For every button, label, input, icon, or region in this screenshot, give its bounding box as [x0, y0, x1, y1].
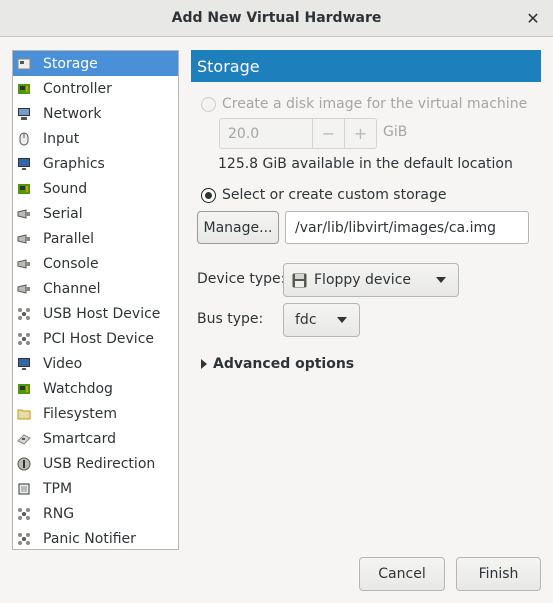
bus-type-value: fdc	[295, 312, 317, 328]
device-list-item-label: PCI Host Device	[43, 330, 155, 347]
device-list-item-label: Graphics	[43, 155, 105, 172]
device-list-item-usb-redirection[interactable]: USB Redirection	[13, 451, 178, 476]
rng-icon	[17, 507, 31, 521]
disk-size-spinner[interactable]: 20.0 − +	[219, 118, 377, 149]
custom-storage-option[interactable]: Select or create custom storage	[201, 187, 447, 203]
device-list-item-label: Parallel	[43, 230, 95, 247]
device-type-list: Storage Controller Network Input Graphics Sou…	[12, 50, 179, 550]
size-unit: GiB	[383, 124, 408, 140]
graphics-icon	[17, 157, 31, 171]
parallel-icon	[17, 232, 31, 246]
tpm-icon	[17, 482, 31, 496]
window-titlebar: Add New Virtual Hardware ✕	[0, 0, 553, 37]
device-list-item-label: USB Host Device	[43, 305, 161, 322]
channel-icon	[17, 282, 31, 296]
device-list-item-label: Filesystem	[43, 405, 118, 422]
controller-icon	[17, 82, 31, 96]
device-list-item-filesystem[interactable]: Filesystem	[13, 401, 178, 426]
floppy-icon	[292, 273, 307, 288]
device-list-item-graphics[interactable]: Graphics	[13, 151, 178, 176]
storage-icon	[17, 57, 31, 71]
device-type-value: Floppy device	[314, 272, 412, 288]
device-list-item-channel[interactable]: Channel	[13, 276, 178, 301]
window-title: Add New Virtual Hardware	[171, 10, 382, 26]
usb-redirection-icon	[17, 457, 31, 471]
device-list-item-label: Smartcard	[43, 430, 117, 447]
bus-type-label: Bus type:	[197, 311, 264, 327]
chevron-right-icon	[201, 359, 207, 369]
folder-icon	[17, 407, 31, 421]
console-icon	[17, 257, 31, 271]
panic-icon	[17, 532, 31, 546]
create-disk-option[interactable]: Create a disk image for the virtual mach…	[201, 96, 527, 112]
usb-icon	[17, 307, 31, 321]
device-list-item-network[interactable]: Network	[13, 101, 178, 126]
cancel-button[interactable]: Cancel	[359, 557, 445, 591]
smartcard-icon	[17, 432, 31, 446]
manage-button[interactable]: Manage...	[197, 211, 279, 244]
device-list-item-watchdog[interactable]: Watchdog	[13, 376, 178, 401]
device-list-item-label: Watchdog	[43, 380, 113, 397]
device-list-item-sound[interactable]: Sound	[13, 176, 178, 201]
device-list-item-label: Controller	[43, 80, 112, 97]
device-list-item-serial[interactable]: Serial	[13, 201, 178, 226]
device-type-dropdown[interactable]: Floppy device	[283, 263, 459, 297]
bus-type-dropdown[interactable]: fdc	[283, 303, 360, 337]
device-list-item-console[interactable]: Console	[13, 251, 178, 276]
device-list-item-usb-host-device[interactable]: USB Host Device	[13, 301, 178, 326]
create-disk-label: Create a disk image for the virtual mach…	[222, 96, 528, 112]
device-list-item-label: Serial	[43, 205, 83, 222]
advanced-options-label: Advanced options	[213, 356, 355, 372]
device-list-item-video[interactable]: Video	[13, 351, 178, 376]
device-type-label: Device type:	[197, 271, 286, 287]
device-list-item-label: Console	[43, 255, 99, 272]
device-list-item-pci-host-device[interactable]: PCI Host Device	[13, 326, 178, 351]
decrease-size-button[interactable]: −	[312, 119, 344, 148]
finish-button[interactable]: Finish	[456, 557, 541, 591]
device-list-item-label: Storage	[43, 55, 98, 72]
device-list-item-smartcard[interactable]: Smartcard	[13, 426, 178, 451]
device-list-item-label: TPM	[43, 480, 73, 497]
device-list-item-label: Panic Notifier	[43, 530, 136, 547]
advanced-options-expander[interactable]: Advanced options	[201, 356, 354, 372]
create-disk-radio[interactable]	[201, 96, 216, 112]
chevron-down-icon	[436, 277, 446, 283]
chevron-down-icon	[337, 317, 347, 323]
pci-icon	[17, 332, 31, 346]
device-list-item-label: Input	[43, 130, 80, 147]
serial-icon	[17, 207, 31, 221]
custom-storage-label: Select or create custom storage	[222, 187, 447, 203]
available-space-text: 125.8 GiB available in the default locat…	[218, 156, 513, 172]
device-list-item-label: USB Redirection	[43, 455, 156, 472]
network-icon	[17, 107, 31, 121]
device-list-item-label: RNG	[43, 505, 75, 522]
panel-title: Storage	[191, 50, 541, 82]
close-icon[interactable]: ✕	[523, 8, 543, 28]
device-list-item-input[interactable]: Input	[13, 126, 178, 151]
device-list-item-label: Network	[43, 105, 102, 122]
mouse-icon	[17, 132, 31, 146]
watchdog-icon	[17, 382, 31, 396]
device-list-item-storage[interactable]: Storage	[13, 51, 178, 76]
video-icon	[17, 357, 31, 371]
device-list-item-rng[interactable]: RNG	[13, 501, 178, 526]
device-list-item-label: Channel	[43, 280, 101, 297]
device-list-item-panic-notifier[interactable]: Panic Notifier	[13, 526, 178, 551]
device-list-item-controller[interactable]: Controller	[13, 76, 178, 101]
custom-storage-radio[interactable]	[201, 187, 216, 203]
device-list-item-label: Video	[43, 355, 83, 372]
disk-size-value[interactable]: 20.0	[220, 119, 312, 148]
increase-size-button[interactable]: +	[344, 119, 376, 148]
storage-path-input[interactable]: /var/lib/libvirt/images/ca.img	[285, 211, 529, 244]
device-list-item-tpm[interactable]: TPM	[13, 476, 178, 501]
device-list-item-parallel[interactable]: Parallel	[13, 226, 178, 251]
device-list-item-label: Sound	[43, 180, 88, 197]
sound-icon	[17, 182, 31, 196]
